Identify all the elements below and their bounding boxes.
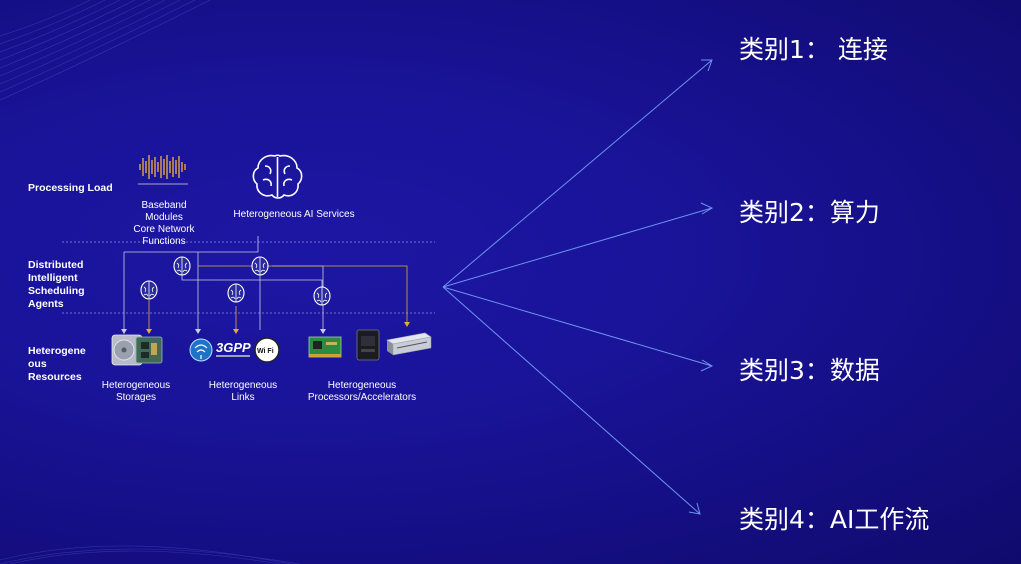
- brain-icon: [227, 283, 245, 303]
- architecture-diagram: 3GPP Wi Fi: [62, 59, 714, 515]
- arrow-category-1: [442, 59, 713, 288]
- ai-brain-icon: [252, 154, 303, 199]
- white-arrowheads: [121, 329, 326, 334]
- brain-icon: [313, 286, 331, 306]
- network-card-icon: [308, 336, 342, 358]
- storages-caption: Heterogeneous Storages: [101, 380, 171, 403]
- brain-icon: [251, 256, 269, 276]
- network-link-icon: [189, 338, 213, 362]
- row-label-resources: Heterogene ous Resources: [28, 345, 86, 383]
- cpu-module-icon: [356, 329, 380, 361]
- server-icon: [386, 332, 432, 356]
- yellow-connectors: [148, 265, 408, 330]
- brain-icon: [140, 280, 158, 300]
- svg-text:3GPP: 3GPP: [216, 340, 251, 355]
- row-label-scheduling-agents: Distributed Intelligent Scheduling Agent…: [28, 259, 85, 310]
- arrow-category-3: [442, 286, 713, 367]
- agent-brain-icons: [140, 256, 331, 306]
- category-3-label: 类别3：数据: [739, 356, 880, 385]
- arrow-category-4: [442, 286, 701, 515]
- ai-services-caption: Heterogeneous AI Services: [233, 209, 355, 220]
- category-4-label: 类别4：AI工作流: [739, 505, 930, 534]
- category-1-label: 类别1： 连接: [739, 35, 888, 64]
- category-2-label: 类别2：算力: [739, 198, 880, 227]
- 3gpp-logo-icon: 3GPP: [216, 340, 251, 357]
- processors-caption: Heterogeneous Processors/Accelerators: [307, 380, 417, 403]
- arrow-category-2: [442, 207, 713, 288]
- svg-text:Wi Fi: Wi Fi: [257, 348, 274, 355]
- wifi-logo-icon: Wi Fi: [254, 337, 280, 363]
- baseband-caption: Baseband Modules Core Network Functions: [133, 200, 195, 247]
- row-label-processing-load: Processing Load: [28, 182, 113, 194]
- category-arrows: [442, 59, 714, 515]
- brain-icon: [173, 256, 191, 276]
- storage-card-icon: [135, 336, 163, 364]
- waveform-icon: [138, 152, 188, 186]
- links-caption: Heterogeneous Links: [208, 380, 278, 403]
